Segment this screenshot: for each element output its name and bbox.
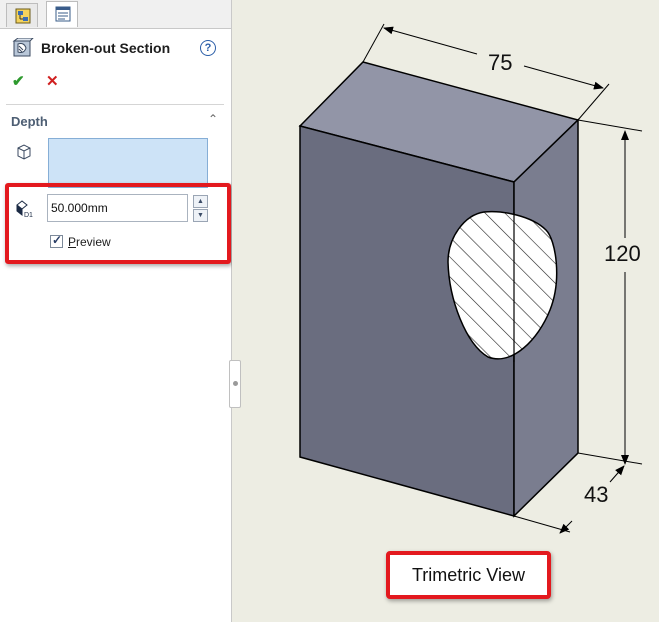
graphics-area[interactable]: 75 120 43	[232, 0, 659, 622]
depth-reference-selection-box[interactable]	[48, 138, 208, 188]
spin-down-button[interactable]: ▼	[193, 209, 208, 222]
spin-up-button[interactable]: ▲	[193, 195, 208, 208]
property-manager-panel: Broken-out Section ? ✔ ✕ Depth ⌃ D1 ▲ ▼ …	[0, 0, 232, 622]
model-drawing	[298, 23, 643, 534]
depth-dimension-icon: D1	[16, 200, 33, 219]
depth-group-title[interactable]: Depth	[11, 114, 48, 129]
dimension-width-label[interactable]: 75	[488, 50, 512, 76]
grip-icon	[233, 381, 238, 386]
help-icon[interactable]: ?	[200, 40, 216, 56]
panel-splitter-handle[interactable]	[229, 360, 241, 408]
property-manager-header: Broken-out Section	[12, 38, 222, 60]
preview-checkbox[interactable]: ✓	[50, 233, 63, 248]
property-manager-icon	[55, 6, 71, 22]
depth-value-input[interactable]	[47, 194, 188, 222]
collapse-icon[interactable]: ⌃	[208, 112, 218, 126]
dimension-height-label[interactable]: 120	[604, 241, 641, 267]
svg-text:D1: D1	[24, 212, 33, 219]
depth-reference-icon	[17, 144, 31, 160]
preview-label[interactable]: Preview	[68, 235, 111, 249]
feature-tree-icon	[15, 8, 31, 24]
ok-button[interactable]: ✔	[12, 72, 25, 90]
page-title: Broken-out Section	[41, 40, 171, 56]
property-manager-tab[interactable]	[46, 1, 78, 27]
dimension-depth-label[interactable]: 43	[584, 482, 608, 508]
dim-43-line-top	[609, 465, 625, 483]
feature-manager-tab[interactable]	[6, 3, 38, 27]
dim-75-line-right	[523, 65, 604, 90]
panel-tab-bar	[0, 0, 231, 29]
view-orientation-label: Trimetric View	[386, 551, 551, 599]
depth-spinner[interactable]: ▲ ▼	[193, 195, 208, 222]
broken-out-section-icon	[12, 38, 34, 57]
cancel-button[interactable]: ✕	[46, 72, 59, 90]
divider	[6, 104, 224, 105]
checkmark-icon: ✓	[52, 233, 63, 247]
dim-75-line-left	[383, 26, 478, 55]
